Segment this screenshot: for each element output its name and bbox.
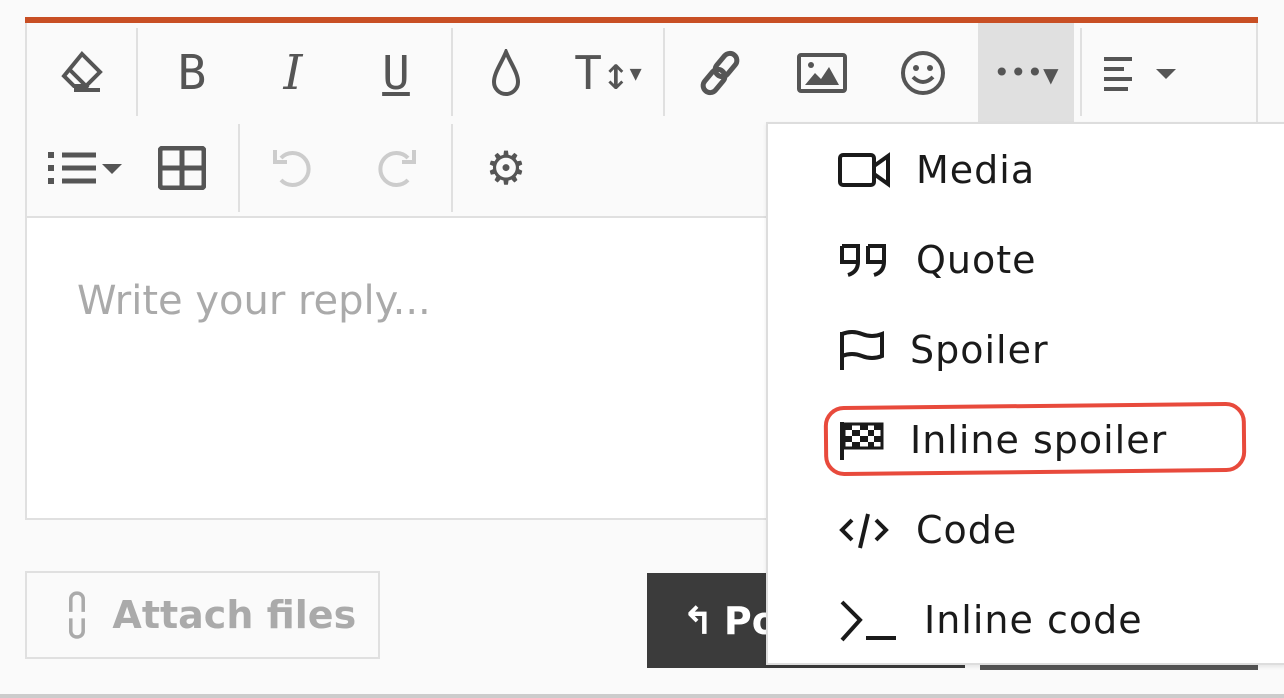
attach-files-label: Attach files bbox=[112, 593, 357, 637]
menu-item-label: Inline code bbox=[924, 598, 1143, 642]
terminal-icon bbox=[840, 600, 896, 642]
divider bbox=[663, 28, 665, 116]
underline-icon[interactable]: U bbox=[356, 33, 436, 113]
gear-icon[interactable]: ⚙ bbox=[466, 128, 546, 208]
bottom-border bbox=[0, 694, 1284, 698]
reply-placeholder: Write your reply... bbox=[77, 278, 431, 324]
italic-icon[interactable]: I bbox=[253, 33, 333, 113]
attach-files-button[interactable]: ⊂⊃ Attach files bbox=[25, 571, 380, 659]
video-camera-icon bbox=[838, 152, 890, 188]
divider bbox=[1080, 28, 1082, 116]
menu-item-media[interactable]: Media bbox=[838, 130, 1035, 210]
link-icon[interactable] bbox=[680, 33, 760, 113]
more-options-icon: •••▼ bbox=[993, 56, 1059, 89]
droplet-icon[interactable] bbox=[466, 33, 546, 113]
reply-icon: ↰ bbox=[682, 598, 714, 643]
menu-item-label: Quote bbox=[916, 238, 1037, 282]
code-icon bbox=[839, 513, 889, 549]
menu-item-label: Code bbox=[916, 508, 1018, 552]
menu-item-label: Media bbox=[916, 148, 1036, 192]
align-icon[interactable] bbox=[1098, 33, 1178, 113]
text-size-icon[interactable]: T↕ ▼ bbox=[568, 33, 648, 113]
highlight-annotation bbox=[823, 401, 1247, 477]
list-icon[interactable] bbox=[40, 128, 130, 208]
more-options-button[interactable]: •••▼ bbox=[978, 23, 1074, 122]
divider bbox=[238, 124, 240, 212]
divider bbox=[451, 28, 453, 116]
menu-item-quote[interactable]: Quote bbox=[838, 220, 1037, 300]
menu-item-code[interactable]: Code bbox=[838, 490, 1017, 570]
image-icon[interactable] bbox=[782, 33, 862, 113]
quote-icon bbox=[840, 244, 886, 277]
redo-icon[interactable] bbox=[356, 128, 436, 208]
eraser-icon[interactable] bbox=[42, 33, 122, 113]
flag-icon bbox=[840, 330, 884, 370]
table-icon[interactable] bbox=[142, 128, 222, 208]
menu-item-inline-code[interactable]: Inline code bbox=[838, 580, 1143, 660]
menu-item-spoiler[interactable]: Spoiler bbox=[838, 310, 1049, 390]
undo-icon[interactable] bbox=[253, 128, 333, 208]
bold-icon[interactable]: B bbox=[152, 33, 232, 113]
more-options-menu: Media Quote Spoiler Inline spoiler Code … bbox=[766, 122, 1284, 665]
smiley-icon[interactable] bbox=[883, 33, 963, 113]
menu-item-label: Spoiler bbox=[910, 328, 1049, 372]
divider bbox=[451, 124, 453, 212]
paperclip-icon: ⊂⊃ bbox=[56, 588, 95, 642]
divider bbox=[136, 28, 138, 116]
